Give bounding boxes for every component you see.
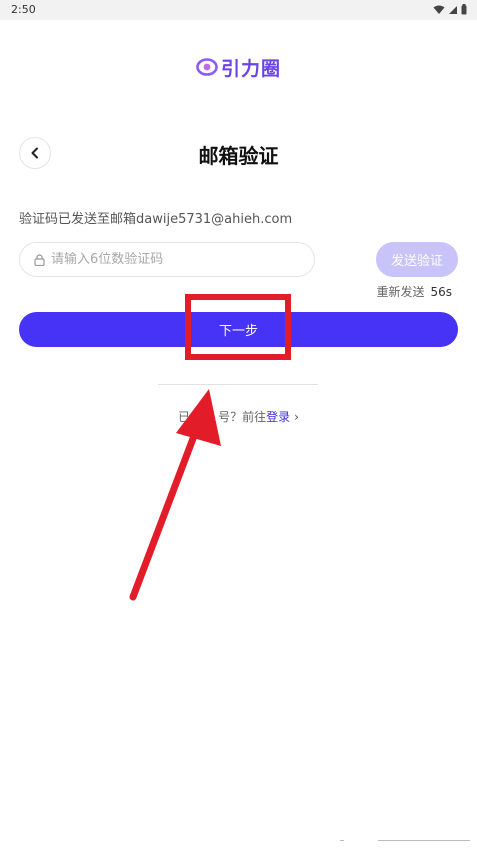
divider bbox=[158, 384, 318, 385]
verification-code-field[interactable] bbox=[19, 242, 315, 277]
bottom-divider bbox=[340, 840, 344, 841]
resend-timer: 重新发送 56s bbox=[376, 283, 452, 300]
login-prompt-text: 号？前往 bbox=[218, 410, 267, 424]
login-prompt: 已 号？前往登录 › bbox=[0, 408, 477, 425]
chevron-right-icon: › bbox=[294, 410, 299, 424]
email-verification-screen: 2:50 引力圈 邮箱验证 验证码已发送至邮箱dawije5731@ahieh.… bbox=[0, 0, 477, 848]
home-indicator bbox=[378, 840, 470, 841]
annotation-highlight-box bbox=[185, 294, 291, 360]
wifi-icon bbox=[433, 5, 445, 14]
orbit-logo-icon bbox=[196, 58, 218, 76]
cellular-icon bbox=[449, 5, 457, 14]
status-time: 2:50 bbox=[11, 3, 36, 16]
status-icons bbox=[433, 4, 467, 15]
resend-countdown: 56s bbox=[430, 285, 452, 299]
brand-name: 引力圈 bbox=[221, 57, 282, 80]
login-prompt-prefix: 已 bbox=[178, 410, 191, 424]
login-link[interactable]: 登录 bbox=[266, 410, 290, 424]
battery-icon bbox=[461, 4, 467, 15]
page-title: 邮箱验证 bbox=[198, 144, 279, 168]
send-code-button[interactable]: 发送验证 bbox=[376, 242, 458, 277]
verification-sent-hint: 验证码已发送至邮箱dawije5731@ahieh.com bbox=[19, 212, 293, 227]
brand-logo: 引力圈 bbox=[196, 55, 282, 80]
lock-icon bbox=[34, 253, 45, 266]
status-bar: 2:50 bbox=[0, 0, 477, 20]
verification-code-input[interactable] bbox=[51, 252, 291, 267]
resend-label: 重新发送 bbox=[376, 285, 425, 299]
